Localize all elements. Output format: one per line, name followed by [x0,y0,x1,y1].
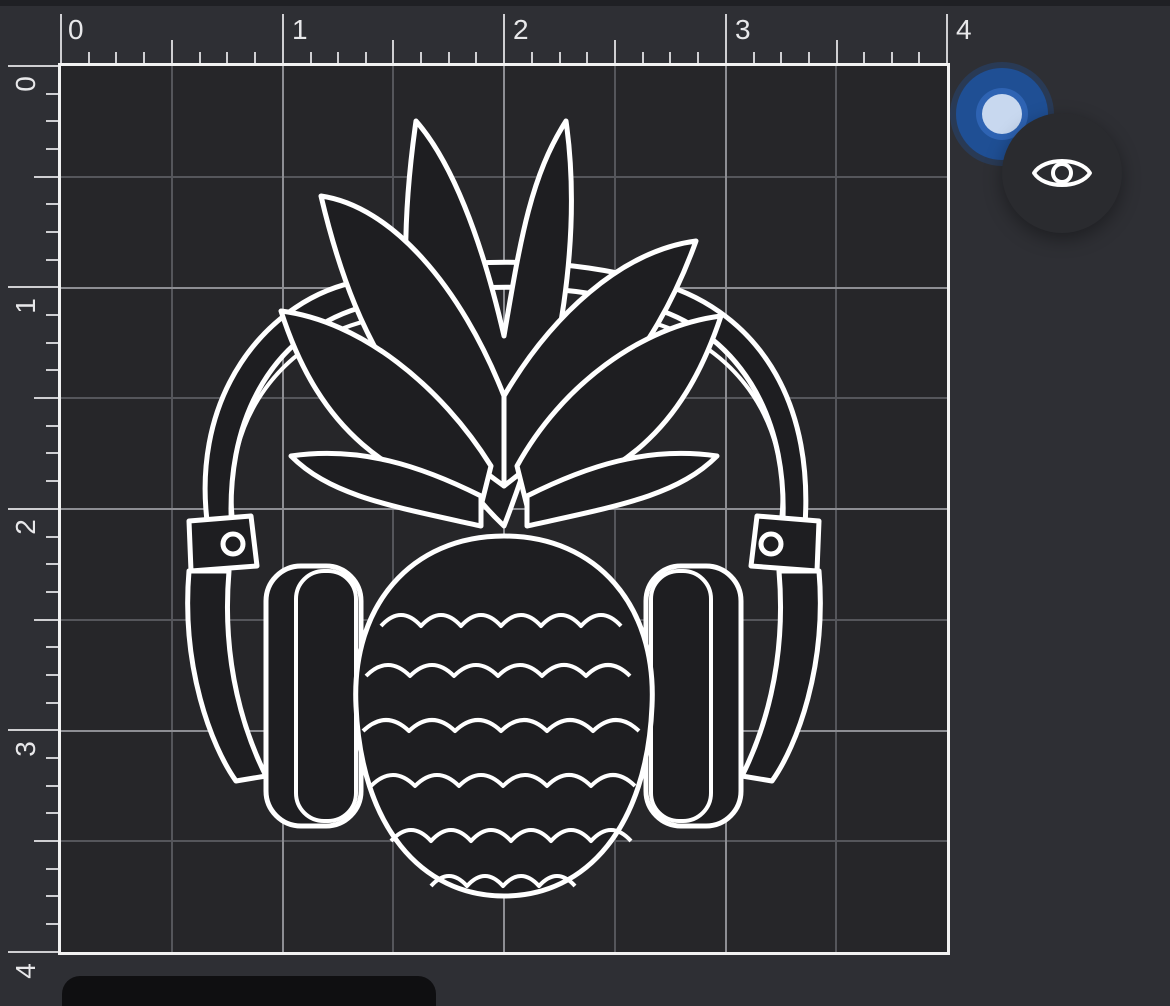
pineapple-headphones-artwork[interactable] [61,66,947,952]
visibility-toggle-button[interactable] [1002,113,1122,233]
ruler-v-label-0: 0 [9,76,41,92]
ruler-h-label-3: 3 [735,14,751,45]
design-canvas-app: 0 1 2 3 4 0 1 2 3 4 [0,0,1170,1006]
ruler-v-label-2: 2 [9,519,41,535]
ruler-v-label-1: 1 [9,298,41,314]
ruler-h-label-2: 2 [513,14,529,45]
vertical-ruler [0,64,58,1006]
ruler-v-label-3: 3 [9,741,41,757]
eye-icon [1032,159,1092,187]
design-mat[interactable] [58,63,950,955]
selection-handle-knob[interactable] [982,94,1022,134]
ruler-h-label-1: 1 [292,14,308,45]
bottom-action-panel[interactable] [62,976,436,1006]
ruler-h-label-4: 4 [956,14,972,45]
ruler-v-label-4: 4 [9,963,41,979]
horizontal-ruler [0,6,1170,64]
pencil-icon[interactable] [434,990,436,1006]
ruler-h-label-0: 0 [68,14,84,45]
